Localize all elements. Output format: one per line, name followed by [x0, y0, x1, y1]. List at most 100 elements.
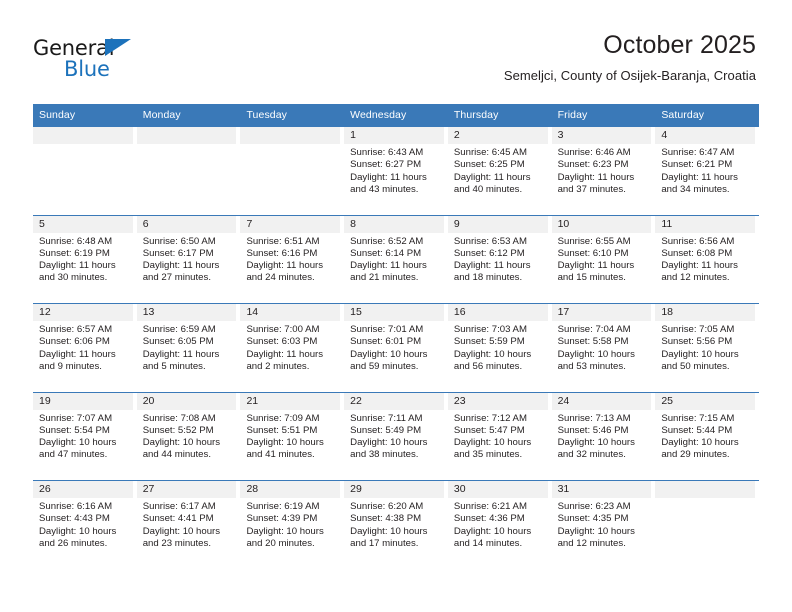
- day-cell[interactable]: [655, 481, 759, 569]
- daylight-text-line1: Daylight: 11 hours: [142, 260, 220, 272]
- day-cell[interactable]: 12 Sunrise: 6:57 AM Sunset: 6:06 PM Dayl…: [33, 304, 137, 392]
- daylight-text-line2: and 21 minutes.: [350, 272, 419, 284]
- sunrise-text: Sunrise: 6:51 AM: [246, 235, 320, 247]
- day-details: Sunrise: 6:43 AM Sunset: 6:27 PM Dayligh…: [344, 144, 444, 196]
- day-number: 1: [344, 127, 444, 144]
- sunrise-text: Sunrise: 6:17 AM: [142, 501, 216, 512]
- day-cell[interactable]: 15 Sunrise: 7:01 AM Sunset: 6:01 PM Dayl…: [344, 304, 448, 392]
- day-number: 2: [447, 127, 548, 144]
- sunrise-text: Sunrise: 6:45 AM: [453, 147, 527, 158]
- day-details: Sunrise: 6:51 AM Sunset: 6:16 PM Dayligh…: [240, 233, 340, 285]
- day-cell[interactable]: 28 Sunrise: 6:19 AM Sunset: 4:39 PM Dayl…: [240, 481, 344, 569]
- day-cell[interactable]: 7 Sunrise: 6:51 AM Sunset: 6:16 PM Dayli…: [240, 215, 344, 304]
- day-cell[interactable]: 6 Sunrise: 6:50 AM Sunset: 6:17 PM Dayli…: [136, 215, 241, 304]
- sunset-text: Sunset: 6:06 PM: [39, 336, 110, 348]
- day-cell[interactable]: [33, 127, 137, 215]
- sunset-text: Sunset: 6:05 PM: [142, 336, 214, 348]
- day-details: Sunrise: 6:23 AM Sunset: 4:35 PM Dayligh…: [552, 498, 652, 550]
- day-cell[interactable]: 14 Sunrise: 7:00 AM Sunset: 6:03 PM Dayl…: [240, 304, 344, 392]
- weekday-header-sunday: Sunday: [39, 109, 76, 121]
- day-cell[interactable]: 3 Sunrise: 6:46 AM Sunset: 6:23 PM Dayli…: [551, 127, 656, 215]
- day-cell[interactable]: 29 Sunrise: 6:20 AM Sunset: 4:38 PM Dayl…: [344, 481, 448, 569]
- sunset-text: Sunset: 4:39 PM: [246, 513, 318, 525]
- sunset-text: Sunset: 5:49 PM: [350, 424, 422, 436]
- day-cell[interactable]: 16 Sunrise: 7:03 AM Sunset: 5:59 PM Dayl…: [447, 304, 552, 392]
- day-cell[interactable]: 24 Sunrise: 7:13 AM Sunset: 5:46 PM Dayl…: [551, 392, 656, 481]
- day-cell[interactable]: 2 Sunrise: 6:45 AM Sunset: 6:25 PM Dayli…: [447, 127, 552, 215]
- weekday-header-wednesday: Wednesday: [350, 109, 407, 121]
- day-cell[interactable]: [136, 127, 241, 215]
- day-cell[interactable]: 4 Sunrise: 6:47 AM Sunset: 6:21 PM Dayli…: [655, 127, 759, 215]
- day-cell[interactable]: 19 Sunrise: 7:07 AM Sunset: 5:54 PM Dayl…: [33, 392, 137, 481]
- day-cell[interactable]: 20 Sunrise: 7:08 AM Sunset: 5:52 PM Dayl…: [136, 392, 241, 481]
- sunrise-text: Sunrise: 7:04 AM: [557, 324, 631, 335]
- day-details: Sunrise: 6:57 AM Sunset: 6:06 PM Dayligh…: [33, 321, 133, 373]
- day-details: Sunrise: 6:16 AM Sunset: 4:43 PM Dayligh…: [33, 498, 133, 550]
- day-number: 9: [447, 215, 548, 233]
- day-details: Sunrise: 7:08 AM Sunset: 5:52 PM Dayligh…: [137, 410, 237, 462]
- daylight-text-line1: Daylight: 10 hours: [557, 348, 635, 360]
- daylight-text-line1: Daylight: 10 hours: [661, 348, 739, 360]
- day-cell[interactable]: 13 Sunrise: 6:59 AM Sunset: 6:05 PM Dayl…: [136, 304, 241, 392]
- day-cell[interactable]: 31 Sunrise: 6:23 AM Sunset: 4:35 PM Dayl…: [551, 481, 656, 569]
- day-cell[interactable]: 8 Sunrise: 6:52 AM Sunset: 6:14 PM Dayli…: [344, 215, 448, 304]
- day-number: 24: [551, 392, 652, 410]
- daylight-text-line1: Daylight: 11 hours: [350, 171, 427, 183]
- sunset-text: Sunset: 6:17 PM: [142, 247, 214, 259]
- day-cell[interactable]: 30 Sunrise: 6:21 AM Sunset: 4:36 PM Dayl…: [447, 481, 552, 569]
- day-cell[interactable]: 17 Sunrise: 7:04 AM Sunset: 5:58 PM Dayl…: [551, 304, 656, 392]
- sunset-text: Sunset: 5:51 PM: [246, 424, 318, 436]
- day-details: Sunrise: 6:53 AM Sunset: 6:12 PM Dayligh…: [448, 233, 548, 285]
- daylight-text-line2: and 26 minutes.: [39, 537, 108, 549]
- daylight-text-line1: Daylight: 11 hours: [661, 260, 738, 272]
- day-number: [136, 127, 237, 144]
- sunrise-text: Sunrise: 7:01 AM: [350, 324, 424, 335]
- daylight-text-line2: and 12 minutes.: [661, 272, 730, 284]
- daylight-text-line1: Daylight: 11 hours: [39, 260, 116, 272]
- sunrise-text: Sunrise: 6:46 AM: [557, 147, 631, 158]
- day-cell[interactable]: 23 Sunrise: 7:12 AM Sunset: 5:47 PM Dayl…: [447, 392, 552, 481]
- sunrise-text: Sunrise: 7:05 AM: [661, 324, 735, 335]
- day-details: Sunrise: 6:48 AM Sunset: 6:19 PM Dayligh…: [33, 233, 133, 285]
- day-details: Sunrise: 7:12 AM Sunset: 5:47 PM Dayligh…: [448, 410, 548, 462]
- day-cell[interactable]: 22 Sunrise: 7:11 AM Sunset: 5:49 PM Dayl…: [344, 392, 448, 481]
- day-number: 5: [33, 215, 133, 233]
- sunrise-text: Sunrise: 7:09 AM: [246, 412, 320, 424]
- day-details: Sunrise: 7:15 AM Sunset: 5:44 PM Dayligh…: [655, 410, 755, 462]
- sunrise-text: Sunrise: 7:11 AM: [350, 412, 423, 424]
- day-number: 19: [33, 392, 133, 410]
- day-cell[interactable]: 5 Sunrise: 6:48 AM Sunset: 6:19 PM Dayli…: [33, 215, 137, 304]
- sunset-text: Sunset: 5:46 PM: [557, 424, 629, 436]
- general-blue-logo[interactable]: General Blue: [33, 36, 163, 84]
- day-details: Sunrise: 7:00 AM Sunset: 6:03 PM Dayligh…: [240, 321, 340, 373]
- day-number: 11: [655, 215, 756, 233]
- day-cell[interactable]: 18 Sunrise: 7:05 AM Sunset: 5:56 PM Dayl…: [655, 304, 759, 392]
- day-cell[interactable]: 9 Sunrise: 6:53 AM Sunset: 6:12 PM Dayli…: [447, 215, 552, 304]
- day-cell[interactable]: 25 Sunrise: 7:15 AM Sunset: 5:44 PM Dayl…: [655, 392, 759, 481]
- daylight-text-line1: Daylight: 11 hours: [453, 260, 531, 272]
- day-cell[interactable]: 10 Sunrise: 6:55 AM Sunset: 6:10 PM Dayl…: [551, 215, 656, 304]
- daylight-text-line1: Daylight: 10 hours: [142, 437, 221, 449]
- daylight-text-line2: and 29 minutes.: [661, 449, 730, 461]
- day-number: 20: [136, 392, 237, 410]
- day-cell[interactable]: 26 Sunrise: 6:16 AM Sunset: 4:43 PM Dayl…: [33, 481, 137, 569]
- sunrise-text: Sunrise: 7:08 AM: [142, 412, 216, 424]
- day-details: Sunrise: 6:21 AM Sunset: 4:36 PM Dayligh…: [448, 498, 548, 550]
- sunrise-text: Sunrise: 6:50 AM: [142, 235, 216, 247]
- daylight-text-line1: Daylight: 11 hours: [557, 171, 635, 183]
- sunset-text: Sunset: 6:23 PM: [557, 159, 629, 171]
- page-header: General Blue October 2025 Semeljci, Coun…: [0, 0, 792, 100]
- day-number: 29: [344, 481, 444, 498]
- daylight-text-line2: and 44 minutes.: [142, 449, 211, 461]
- day-cell[interactable]: 1 Sunrise: 6:43 AM Sunset: 6:27 PM Dayli…: [344, 127, 448, 215]
- day-details: Sunrise: 7:07 AM Sunset: 5:54 PM Dayligh…: [33, 410, 133, 462]
- day-details: Sunrise: 7:11 AM Sunset: 5:49 PM Dayligh…: [344, 410, 444, 462]
- day-details: Sunrise: 7:04 AM Sunset: 5:58 PM Dayligh…: [552, 321, 652, 373]
- sunset-text: Sunset: 5:44 PM: [661, 424, 733, 436]
- day-cell[interactable]: 27 Sunrise: 6:17 AM Sunset: 4:41 PM Dayl…: [136, 481, 241, 569]
- day-details: Sunrise: 6:17 AM Sunset: 4:41 PM Dayligh…: [137, 498, 237, 550]
- title-block: October 2025 Semeljci, County of Osijek-…: [504, 30, 756, 86]
- day-cell[interactable]: 21 Sunrise: 7:09 AM Sunset: 5:51 PM Dayl…: [240, 392, 344, 481]
- day-cell[interactable]: [240, 127, 344, 215]
- day-cell[interactable]: 11 Sunrise: 6:56 AM Sunset: 6:08 PM Dayl…: [655, 215, 759, 304]
